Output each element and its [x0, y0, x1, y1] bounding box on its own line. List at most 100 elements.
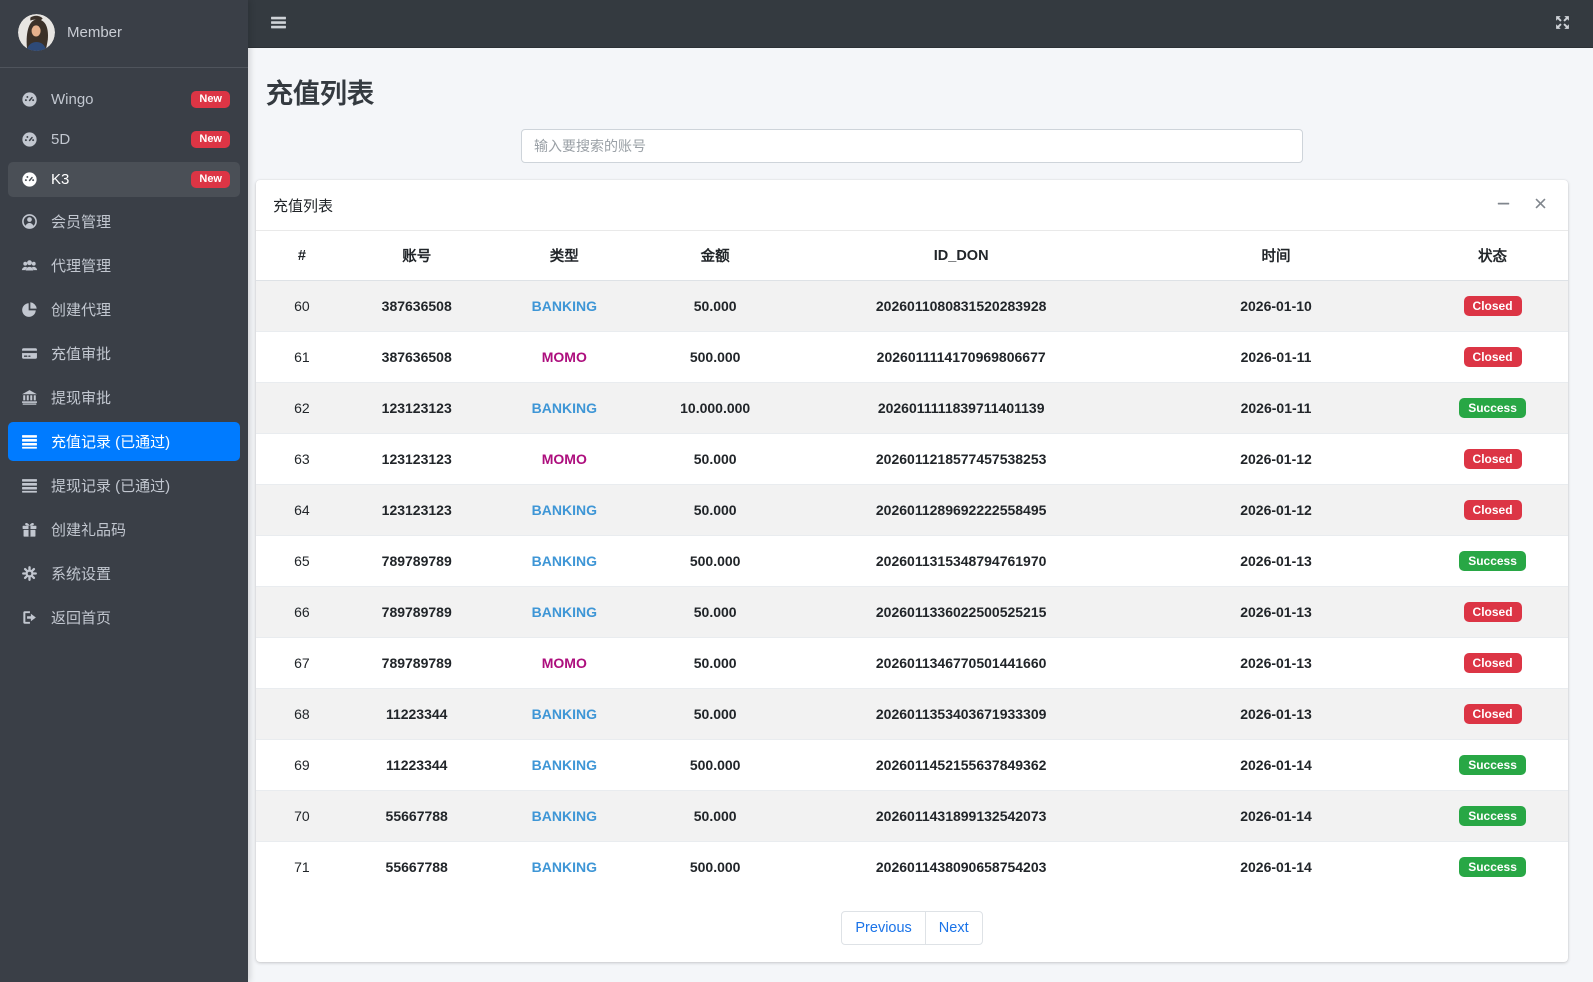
app-window: Member Wingo New 5D New K3 New 会员管理 代理管理… [0, 0, 1593, 982]
cell-status: Closed [1417, 637, 1568, 689]
column-header-time: 时间 [1135, 231, 1418, 281]
cell-account: 789789789 [347, 586, 486, 638]
table-row: 66 789789789 BANKING 50.000 202601133602… [256, 586, 1568, 638]
cell-id-don: 2026011431899132542073 [787, 790, 1135, 842]
sidebar-item-withdraw-approval[interactable]: 提现审批 [8, 378, 240, 417]
table-row: 65 789789789 BANKING 500.000 20260113153… [256, 535, 1568, 587]
cell-index: 61 [256, 331, 348, 383]
hamburger-icon [270, 14, 287, 34]
table-row: 60 387636508 BANKING 50.000 202601108083… [256, 280, 1568, 332]
sidebar-user-panel: Member [0, 0, 248, 68]
cell-amount: 50.000 [643, 586, 788, 638]
cell-account: 387636508 [347, 331, 486, 383]
recharge-list-card: 充值列表 # 账号 类型 金额 ID_DON 时间 状态 60 38763650… [256, 180, 1568, 962]
cell-index: 67 [256, 637, 348, 689]
card-tools [1493, 193, 1551, 217]
cell-type: BANKING [485, 790, 644, 842]
cell-time: 2026-01-11 [1135, 382, 1418, 434]
sidebar-item-recharge-records[interactable]: 充值记录 (已通过) [8, 422, 240, 461]
sidebar-item-system-settings[interactable]: 系统设置 [8, 554, 240, 593]
sidebar-item-back-home[interactable]: 返回首页 [8, 598, 240, 637]
sign-out-icon [18, 609, 40, 626]
cell-account: 123123123 [347, 433, 486, 485]
fullscreen-button[interactable] [1550, 10, 1575, 38]
cell-time: 2026-01-11 [1135, 331, 1418, 383]
cell-status: Closed [1417, 280, 1568, 332]
sidebar-toggle-button[interactable] [266, 10, 291, 38]
cell-id-don: 2026011452155637849362 [787, 739, 1135, 791]
cell-amount: 50.000 [643, 688, 788, 740]
sidebar-item-create-agent[interactable]: 创建代理 [8, 290, 240, 329]
cell-type: BANKING [485, 382, 644, 434]
table-row: 64 123123123 BANKING 50.000 202601128969… [256, 484, 1568, 536]
table-body: 60 387636508 BANKING 50.000 202601108083… [256, 280, 1568, 892]
cell-account: 789789789 [347, 637, 486, 689]
sidebar-item-5d[interactable]: 5D New [8, 122, 240, 157]
table-row: 63 123123123 MOMO 50.000 202601121857745… [256, 433, 1568, 485]
account-search-input[interactable] [521, 129, 1303, 163]
sidebar-nav: Wingo New 5D New K3 New 会员管理 代理管理 创建代理 充… [0, 68, 248, 650]
cell-status: Success [1417, 739, 1568, 791]
previous-link[interactable]: Previous [841, 911, 926, 945]
status-badge: Closed [1463, 296, 1522, 316]
cell-amount: 500.000 [643, 841, 788, 892]
cell-account: 123123123 [347, 382, 486, 434]
cell-account: 55667788 [347, 790, 486, 842]
cell-account: 55667788 [347, 841, 486, 892]
page-title: 充值列表 [266, 79, 374, 109]
card-header: 充值列表 [256, 180, 1568, 231]
sidebar-item-recharge-approval[interactable]: 充值审批 [8, 334, 240, 373]
gear-icon [18, 565, 40, 582]
cell-index: 66 [256, 586, 348, 638]
gauge-icon [18, 91, 40, 108]
cell-amount: 500.000 [643, 331, 788, 383]
cell-time: 2026-01-12 [1135, 433, 1418, 485]
sidebar-item-member-management[interactable]: 会员管理 [8, 202, 240, 241]
credit-card-icon [18, 345, 40, 362]
cell-amount: 10.000.000 [643, 382, 788, 434]
cell-id-don: 2026011114170969806677 [787, 331, 1135, 383]
collapse-button[interactable] [1493, 193, 1514, 217]
top-navbar [248, 0, 1593, 48]
cell-status: Success [1417, 841, 1568, 892]
cell-status: Closed [1417, 484, 1568, 536]
cell-amount: 50.000 [643, 637, 788, 689]
sidebar-item-wingo[interactable]: Wingo New [8, 82, 240, 117]
sidebar-item-label: 系统设置 [51, 566, 112, 583]
table-row: 69 11223344 BANKING 500.000 202601145215… [256, 739, 1568, 791]
cell-status: Success [1417, 790, 1568, 842]
cell-type: BANKING [485, 535, 644, 587]
cell-type: MOMO [485, 433, 644, 485]
remove-button[interactable] [1530, 193, 1551, 217]
sidebar-item-agent-management[interactable]: 代理管理 [8, 246, 240, 285]
user-circle-icon [18, 213, 40, 230]
cell-account: 11223344 [347, 739, 486, 791]
cell-amount: 50.000 [643, 484, 788, 536]
cell-status: Closed [1417, 331, 1568, 383]
sidebar-item-k3[interactable]: K3 New [8, 162, 240, 197]
cell-type: BANKING [485, 484, 644, 536]
cell-index: 62 [256, 382, 348, 434]
status-badge: Closed [1463, 449, 1522, 469]
gauge-icon [18, 171, 40, 188]
next-link[interactable]: Next [924, 911, 983, 945]
status-badge: Success [1459, 806, 1526, 826]
cell-status: Closed [1417, 688, 1568, 740]
table-row: 67 789789789 MOMO 50.000 202601134677050… [256, 637, 1568, 689]
status-badge: Closed [1463, 347, 1522, 367]
cell-amount: 50.000 [643, 790, 788, 842]
pagination-next[interactable]: Next [924, 911, 983, 945]
cell-type: BANKING [485, 841, 644, 892]
sidebar: Member Wingo New 5D New K3 New 会员管理 代理管理… [0, 0, 248, 982]
sidebar-item-create-gift-code[interactable]: 创建礼品码 [8, 510, 240, 549]
cell-id-don: 2026011346770501441660 [787, 637, 1135, 689]
recharge-table: # 账号 类型 金额 ID_DON 时间 状态 60 387636508 BAN… [256, 231, 1568, 892]
cell-amount: 500.000 [643, 535, 788, 587]
pagination-previous[interactable]: Previous [841, 911, 926, 945]
list-icon [18, 477, 40, 494]
sidebar-item-withdraw-records[interactable]: 提现记录 (已通过) [8, 466, 240, 505]
table-row: 61 387636508 MOMO 500.000 20260111141709… [256, 331, 1568, 383]
column-header-id-don: ID_DON [787, 231, 1135, 281]
expand-arrows-icon [1554, 14, 1571, 34]
cell-id-don: 2026011080831520283928 [787, 280, 1135, 332]
